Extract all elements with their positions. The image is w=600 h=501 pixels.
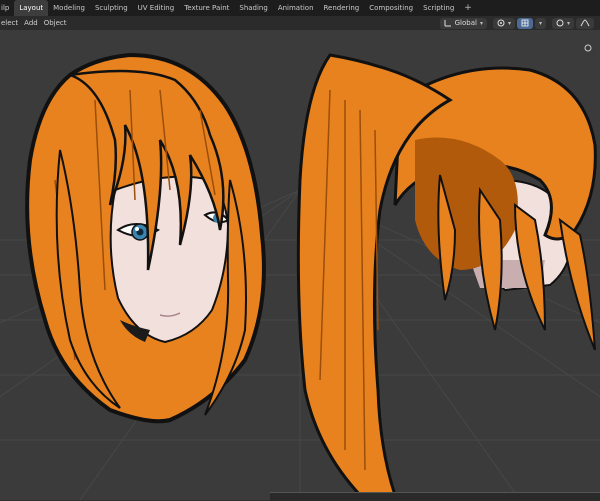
snap-toggle[interactable] <box>516 17 533 29</box>
pivot-icon <box>497 19 505 27</box>
chevron-down-icon: ▾ <box>479 19 483 27</box>
add-menu[interactable]: Add <box>23 19 43 27</box>
tab-shading[interactable]: Shading <box>234 0 272 16</box>
falloff-icon <box>580 19 590 27</box>
tab-rendering[interactable]: Rendering <box>319 0 365 16</box>
select-menu[interactable]: elect <box>0 19 23 27</box>
tab-uv-editing[interactable]: UV Editing <box>133 0 180 16</box>
tab-texture-paint[interactable]: Texture Paint <box>179 0 234 16</box>
proportional-edit-icon <box>556 19 564 27</box>
viewport-canvas[interactable] <box>0 30 600 500</box>
workspace-bar: ilp Layout Modeling Sculpting UV Editing… <box>0 0 600 16</box>
help-menu[interactable]: ilp <box>0 4 14 12</box>
proportional-edit-toggle[interactable]: ▾ <box>551 17 574 29</box>
viewport-header: elect Add Object Global ▾ ▾ ▾ ▾ <box>0 16 600 30</box>
proportional-group: ▾ <box>551 17 594 29</box>
tab-animation[interactable]: Animation <box>273 0 319 16</box>
chevron-down-icon: ▾ <box>566 19 570 27</box>
character-head-back[interactable] <box>296 53 597 497</box>
3d-viewport[interactable] <box>0 30 600 500</box>
tab-compositing[interactable]: Compositing <box>364 0 418 16</box>
transform-orientation-group: Global ▾ <box>439 17 487 29</box>
transform-orientation-icon <box>444 20 451 27</box>
tab-layout[interactable]: Layout <box>14 0 49 16</box>
chevron-down-icon: ▾ <box>507 19 511 27</box>
snapping-group: ▾ ▾ <box>492 17 546 29</box>
transform-orientation-dropdown[interactable]: Global ▾ <box>439 17 487 29</box>
viewport-gizmo-toolbar <box>584 44 596 56</box>
snap-options-dropdown[interactable]: ▾ <box>534 17 546 29</box>
pivot-point-dropdown[interactable]: ▾ <box>492 17 515 29</box>
view-gizmo-button[interactable] <box>584 44 596 56</box>
chevron-down-icon: ▾ <box>538 19 542 27</box>
snap-icon <box>521 19 529 27</box>
falloff-dropdown[interactable] <box>576 17 594 29</box>
tab-sculpting[interactable]: Sculpting <box>90 0 133 16</box>
transform-orientation-label: Global <box>454 18 477 27</box>
object-menu[interactable]: Object <box>43 19 72 27</box>
add-workspace-button[interactable]: + <box>459 3 477 13</box>
character-head-front[interactable] <box>25 52 266 424</box>
view-gizmo-icon <box>584 44 592 52</box>
tab-modeling[interactable]: Modeling <box>48 0 90 16</box>
tab-scripting[interactable]: Scripting <box>418 0 459 16</box>
